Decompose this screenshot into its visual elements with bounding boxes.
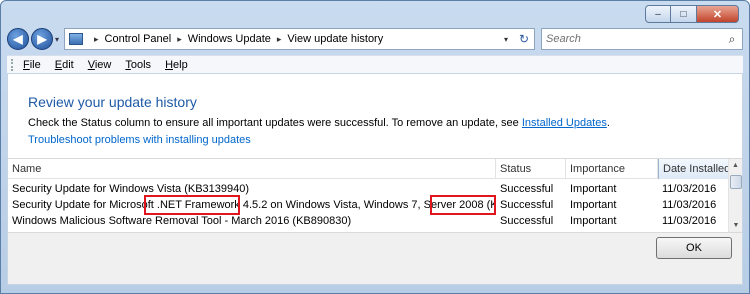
- vertical-scrollbar[interactable]: ▲ ▼: [728, 159, 742, 233]
- breadcrumb-separator-icon[interactable]: ▸: [94, 34, 99, 45]
- row-status: Successful: [500, 215, 554, 227]
- installed-updates-link[interactable]: Installed Updates: [522, 117, 607, 129]
- table-row[interactable]: Windows Malicious Software Removal Tool …: [8, 213, 728, 229]
- breadcrumb-view-update-history[interactable]: View update history: [287, 33, 383, 45]
- button-bar: OK: [8, 232, 742, 284]
- row-importance: Important: [570, 199, 617, 211]
- scroll-up-icon[interactable]: ▲: [729, 159, 742, 173]
- highlight-box-framework-version: [144, 195, 240, 215]
- row-name: Security Update for Microsoft .NET Frame…: [12, 199, 496, 211]
- menu-view[interactable]: View: [88, 59, 112, 71]
- menu-grip: [11, 58, 15, 71]
- recent-pages-dropdown-icon[interactable]: ▾: [55, 35, 59, 44]
- page-title: Review your update history: [28, 94, 197, 110]
- address-dropdown-icon[interactable]: ▾: [498, 35, 514, 44]
- close-button[interactable]: ✕: [697, 5, 739, 23]
- menu-help[interactable]: Help: [165, 59, 188, 71]
- row-status: Successful: [500, 199, 554, 211]
- control-panel-icon: [69, 33, 84, 45]
- search-input[interactable]: Search ⌕: [541, 28, 743, 50]
- column-header-importance[interactable]: Importance: [566, 159, 658, 179]
- refresh-icon[interactable]: ↻: [514, 32, 534, 46]
- row-date: 11/03/2016: [662, 183, 717, 195]
- address-bar[interactable]: ▸ Control Panel ▸ Windows Update ▸ View …: [64, 28, 535, 50]
- ok-button[interactable]: OK: [656, 237, 732, 259]
- window: – □ ✕ ◀ ▶ ▾ ▸ Control Panel ▸ Windows Up…: [0, 0, 750, 294]
- column-header-status[interactable]: Status: [496, 159, 566, 179]
- breadcrumb-windows-update[interactable]: Windows Update: [188, 33, 271, 45]
- breadcrumb-separator-icon[interactable]: ▸: [277, 34, 282, 45]
- table-row[interactable]: Security Update for Microsoft .NET Frame…: [8, 197, 728, 213]
- highlight-box-kb-number: [430, 195, 496, 215]
- content-pane: Review your update history Check the Sta…: [7, 73, 743, 285]
- menu-edit[interactable]: Edit: [55, 59, 74, 71]
- search-placeholder: Search: [546, 33, 581, 45]
- scroll-down-icon[interactable]: ▼: [729, 219, 743, 233]
- minimize-button[interactable]: –: [645, 5, 671, 23]
- forward-button[interactable]: ▶: [31, 28, 53, 50]
- breadcrumb-control-panel[interactable]: Control Panel: [105, 33, 172, 45]
- column-header-name[interactable]: Name: [8, 159, 496, 179]
- navigation-bar: ◀ ▶ ▾ ▸ Control Panel ▸ Windows Update ▸…: [7, 27, 743, 51]
- update-history-list: Name Status Importance Date Installed Se…: [8, 158, 742, 233]
- menu-tools[interactable]: Tools: [125, 59, 151, 71]
- back-button[interactable]: ◀: [7, 28, 29, 50]
- row-status: Successful: [500, 183, 554, 195]
- page-description: Check the Status column to ensure all im…: [28, 117, 610, 129]
- address-tail: ▾ ↻: [498, 32, 534, 46]
- list-header: Name Status Importance Date Installed: [8, 159, 732, 179]
- table-row[interactable]: Security Update for Windows Vista (KB313…: [8, 181, 728, 197]
- row-importance: Important: [570, 183, 617, 195]
- menu-bar: File Edit View Tools Help: [7, 55, 743, 73]
- breadcrumb-separator-icon[interactable]: ▸: [177, 34, 182, 45]
- caption-buttons: – □ ✕: [645, 5, 739, 23]
- search-icon[interactable]: ⌕: [722, 32, 742, 47]
- row-date: 11/03/2016: [662, 199, 717, 211]
- scroll-thumb[interactable]: [730, 175, 742, 189]
- row-name: Windows Malicious Software Removal Tool …: [12, 215, 352, 227]
- row-name: Security Update for Windows Vista (KB313…: [12, 183, 250, 195]
- row-date: 11/03/2016: [662, 215, 717, 227]
- troubleshoot-link[interactable]: Troubleshoot problems with installing up…: [28, 134, 251, 146]
- column-header-date-installed[interactable]: Date Installed: [658, 159, 732, 179]
- menu-file[interactable]: File: [23, 59, 41, 71]
- maximize-button[interactable]: □: [671, 5, 697, 23]
- row-importance: Important: [570, 215, 617, 227]
